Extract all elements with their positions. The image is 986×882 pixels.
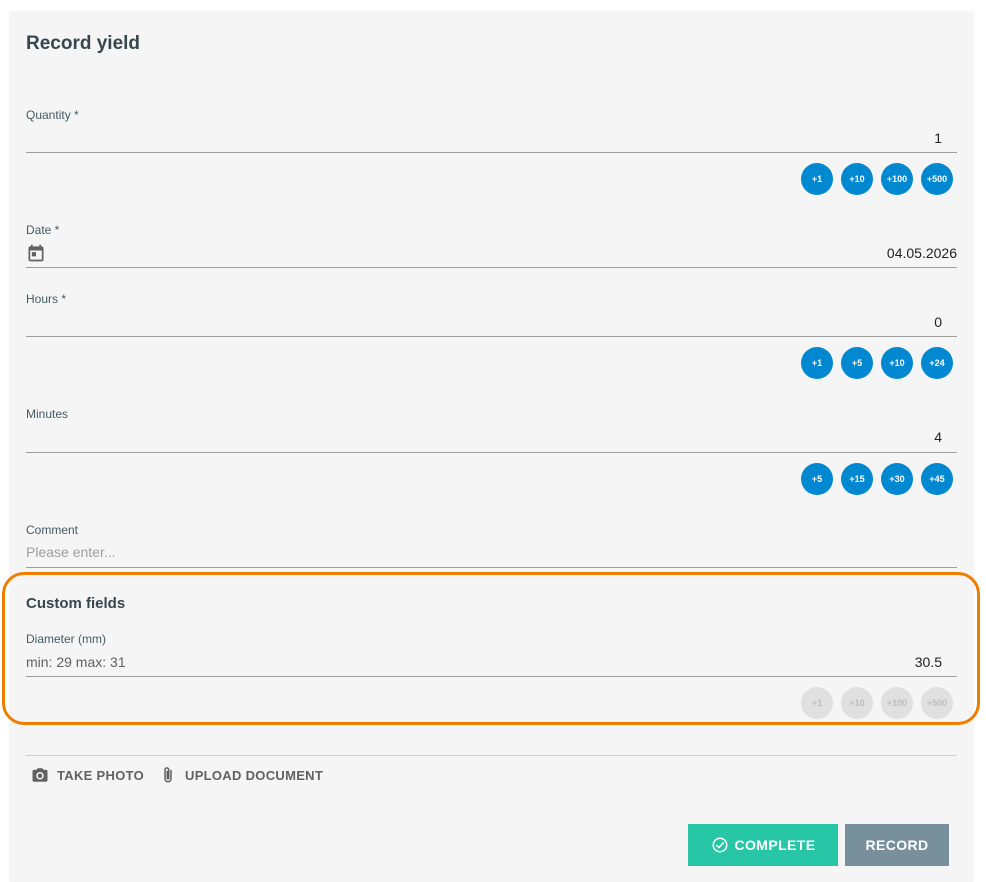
diameter-label: Diameter (mm) (26, 632, 106, 646)
record-button[interactable]: RECORD (845, 824, 949, 866)
quantity-label: Quantity * (26, 108, 79, 122)
quantity-increment-buttons: +1 +10 +100 +500 (801, 163, 953, 195)
diameter-underline (26, 676, 957, 677)
actions-divider (26, 755, 957, 756)
quantity-plus-10-button[interactable]: +10 (841, 163, 873, 195)
hours-underline (26, 336, 957, 337)
custom-fields-title: Custom fields (26, 595, 126, 612)
hours-plus-1-button[interactable]: +1 (801, 347, 833, 379)
minutes-label: Minutes (26, 407, 69, 421)
hours-plus-5-button[interactable]: +5 (841, 347, 873, 379)
minutes-plus-30-button[interactable]: +30 (881, 463, 913, 495)
hours-increment-buttons: +1 +5 +10 +24 (801, 347, 953, 379)
date-underline (26, 267, 957, 268)
paperclip-icon (164, 767, 172, 783)
hours-input[interactable]: 0 (934, 314, 942, 330)
diameter-range-hint: min: 29 max: 31 (26, 654, 126, 670)
date-label: Date * (26, 223, 60, 237)
diameter-plus-100-button[interactable]: +100 (881, 687, 913, 719)
hours-plus-24-button[interactable]: +24 (921, 347, 953, 379)
take-photo-button[interactable]: TAKE PHOTO (31, 766, 144, 784)
minutes-input[interactable]: 4 (934, 429, 942, 445)
diameter-plus-1-button[interactable]: +1 (801, 687, 833, 719)
diameter-plus-500-button[interactable]: +500 (921, 687, 953, 719)
upload-document-button[interactable]: UPLOAD DOCUMENT (159, 766, 323, 784)
page-title: Record yield (26, 33, 141, 54)
diameter-plus-10-button[interactable]: +10 (841, 687, 873, 719)
minutes-plus-5-button[interactable]: +5 (801, 463, 833, 495)
comment-input[interactable]: Please enter... (26, 544, 116, 560)
complete-label: COMPLETE (734, 837, 816, 853)
minutes-plus-45-button[interactable]: +45 (921, 463, 953, 495)
comment-label: Comment (26, 523, 79, 537)
check-circle-icon (712, 837, 727, 853)
quantity-plus-1-button[interactable]: +1 (801, 163, 833, 195)
date-input[interactable]: 04.05.2026 (887, 245, 957, 261)
complete-button[interactable]: COMPLETE (688, 824, 838, 866)
minutes-plus-15-button[interactable]: +15 (841, 463, 873, 495)
quantity-input[interactable]: 1 (934, 130, 942, 146)
camera-icon (32, 768, 48, 782)
calendar-icon[interactable] (26, 243, 46, 263)
comment-underline (26, 567, 957, 568)
quantity-underline (26, 152, 957, 153)
record-yield-card (10, 12, 973, 882)
minutes-increment-buttons: +5 +15 +30 +45 (801, 463, 953, 495)
quantity-plus-500-button[interactable]: +500 (921, 163, 953, 195)
upload-document-label: UPLOAD DOCUMENT (185, 767, 324, 783)
record-label: RECORD (865, 837, 929, 853)
quantity-plus-100-button[interactable]: +100 (881, 163, 913, 195)
hours-plus-10-button[interactable]: +10 (881, 347, 913, 379)
diameter-input[interactable]: 30.5 (915, 654, 942, 670)
minutes-underline (26, 452, 957, 453)
diameter-increment-buttons: +1 +10 +100 +500 (801, 687, 953, 719)
hours-label: Hours * (26, 292, 67, 306)
take-photo-label: TAKE PHOTO (57, 767, 145, 783)
